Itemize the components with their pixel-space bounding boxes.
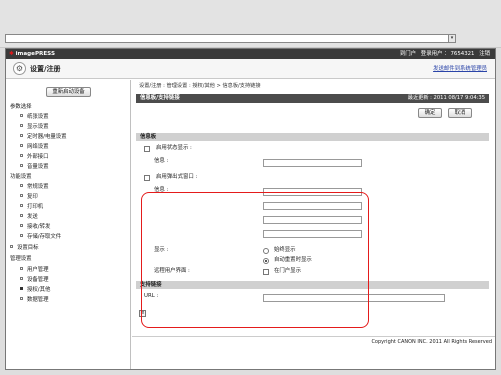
- sidebar-item-receive[interactable]: 接收/转发: [20, 223, 50, 231]
- cancel-button[interactable]: 取消: [448, 108, 472, 118]
- sidebar-item-user-management[interactable]: 用户管理: [20, 266, 49, 274]
- bullet-icon: [20, 267, 23, 270]
- sidebar-item-general[interactable]: 常规设置: [20, 183, 49, 191]
- settings-gear-icon: ⚙: [13, 62, 26, 75]
- sidebar-item-copy[interactable]: 复印: [20, 193, 38, 201]
- sidebar-section-destination[interactable]: 设置目标: [10, 244, 39, 252]
- status-display-checkbox[interactable]: [144, 146, 150, 152]
- product-logo: ✱ imagePRESS: [9, 51, 55, 57]
- login-user-id: 7654321: [450, 51, 475, 57]
- highlight-box: [141, 192, 369, 328]
- bullet-icon: [20, 214, 23, 217]
- mail-admin-link[interactable]: 发送邮件到系统管理员: [433, 64, 487, 72]
- sidebar-item-store[interactable]: 存储/存取文件: [20, 233, 61, 241]
- ok-button[interactable]: 确定: [418, 108, 442, 118]
- header-user-area: 到门户 登录用户 ：7654321 注销: [397, 50, 490, 58]
- sidebar-item-data-management[interactable]: 数据管理: [20, 296, 49, 304]
- page-title-bar: 信息板/支持链接 最近更新 : 2011 08/17 9:04:35: [136, 94, 489, 103]
- status-display-label: 启用状态显示 :: [156, 145, 192, 151]
- sidebar-item-timer[interactable]: 定时器/电量设置: [20, 133, 67, 141]
- portal-link[interactable]: 到门户: [400, 51, 416, 57]
- reboot-device-button[interactable]: 重新启动设备: [46, 87, 91, 97]
- page-header: ⚙ 设置/注册 发送邮件到系统管理员: [6, 59, 495, 79]
- logout-link[interactable]: 注销: [479, 51, 490, 57]
- sidebar-item-license-other[interactable]: 授权/其他: [20, 286, 50, 294]
- address-bar[interactable]: [5, 34, 456, 43]
- sidebar-section-functions[interactable]: 功能设置: [10, 173, 32, 181]
- bullet-icon: [20, 224, 23, 227]
- sidebar-item-printer[interactable]: 打印机: [20, 203, 43, 211]
- app-window: ✱ imagePRESS 到门户 登录用户 ：7654321 注销 ⚙ 设置/注…: [5, 48, 496, 370]
- sidebar-section-preferences[interactable]: 参数选择: [10, 103, 32, 111]
- bullet-icon: [20, 277, 23, 280]
- copyright-footer: Copyright CANON INC. 2011 All Rights Res…: [132, 336, 495, 346]
- bullet-icon: [20, 114, 23, 117]
- sidebar-item-display[interactable]: 显示设置: [20, 123, 49, 131]
- bullet-icon: [20, 194, 23, 197]
- top-header: ✱ imagePRESS 到门户 登录用户 ：7654321 注销: [6, 49, 495, 59]
- bullet-icon: [20, 144, 23, 147]
- bullet-icon: [20, 297, 23, 300]
- bullet-icon: [20, 134, 23, 137]
- bullet-icon: [20, 287, 23, 290]
- address-dropdown-icon[interactable]: ▾: [448, 35, 455, 42]
- status-message-label: 信息 :: [154, 158, 169, 164]
- login-user-label: 登录用户 ：: [420, 51, 450, 57]
- last-updated: 最近更新 : 2011 08/17 9:04:35: [407, 95, 485, 101]
- info-board-section-header: 信息板: [136, 133, 489, 141]
- content-title: 信息板/支持链接: [140, 95, 180, 101]
- popup-window-checkbox[interactable]: [144, 175, 150, 181]
- popup-window-label: 启用弹出式窗口 :: [156, 174, 198, 180]
- status-message-input[interactable]: [263, 159, 362, 167]
- bullet-icon: [20, 124, 23, 127]
- sidebar-item-paper[interactable]: 纸张设置: [20, 113, 49, 121]
- bullet-icon: [20, 164, 23, 167]
- bullet-icon: [20, 234, 23, 237]
- bullet-icon: [20, 154, 23, 157]
- page-title: 设置/注册: [30, 65, 61, 73]
- breadcrumb: 设置/注册 : 管理设置 : 授权/其他 > 信息板/支持链接: [139, 83, 261, 89]
- sidebar-item-send[interactable]: 发送: [20, 213, 38, 221]
- bullet-icon: [10, 245, 13, 248]
- bullet-icon: [20, 204, 23, 207]
- sidebar-item-device-management[interactable]: 设备管理: [20, 276, 49, 284]
- sidebar: 重新启动设备 参数选择 纸张设置 显示设置 定时器/电量设置 网络设置 外部接口…: [6, 80, 131, 369]
- sidebar-item-external[interactable]: 外部接口: [20, 153, 49, 161]
- sidebar-item-network[interactable]: 网络设置: [20, 143, 49, 151]
- sidebar-item-volume[interactable]: 音量设置: [20, 163, 49, 171]
- bullet-icon: [20, 184, 23, 187]
- sidebar-section-management[interactable]: 管理设置: [10, 255, 32, 263]
